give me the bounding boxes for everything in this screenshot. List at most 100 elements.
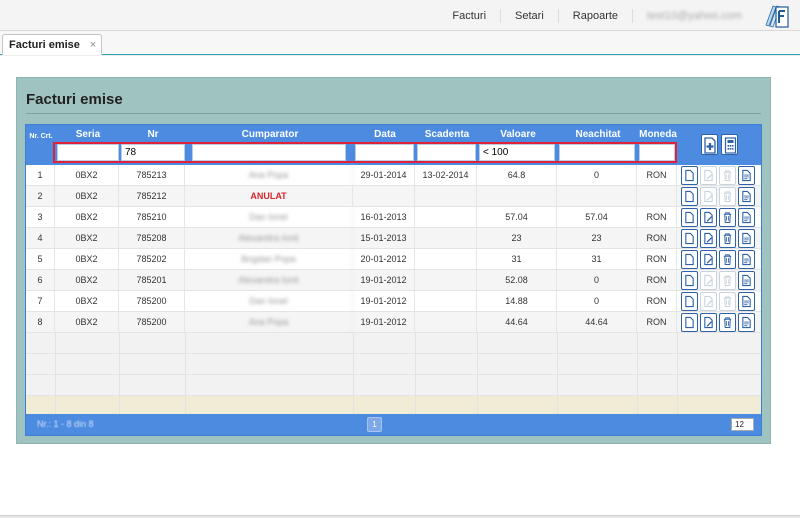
print-button[interactable] — [738, 271, 755, 290]
delete-button[interactable] — [719, 250, 736, 269]
delete-icon — [723, 233, 732, 245]
nav-rapoarte[interactable]: Rapoarte — [559, 8, 634, 23]
header-data[interactable]: Data — [355, 129, 415, 140]
header-seria[interactable]: Seria — [57, 129, 119, 140]
cell-neachitat — [557, 186, 637, 207]
table-row[interactable]: 7 0BX2 785200 Dan Ionel 19-01-2012 14.88 0 RON — [26, 291, 761, 312]
edit-button[interactable] — [700, 166, 717, 185]
cell-crt: 7 — [26, 291, 55, 312]
calculator-button[interactable] — [721, 134, 738, 155]
delete-button[interactable] — [719, 208, 736, 227]
row-actions — [681, 271, 755, 290]
delete-button[interactable] — [719, 229, 736, 248]
edit-button[interactable] — [700, 229, 717, 248]
print-icon — [742, 211, 751, 224]
column-divider — [55, 333, 56, 354]
delete-button[interactable] — [719, 292, 736, 311]
print-button[interactable] — [738, 313, 755, 332]
table-row[interactable]: 8 0BX2 785200 Ana Popa 19-01-2012 44.64 44.64 R… — [26, 312, 761, 333]
document-button[interactable] — [681, 229, 698, 248]
cell-valoare: 31 — [477, 249, 557, 270]
edit-icon — [704, 190, 713, 203]
edit-button[interactable] — [700, 271, 717, 290]
print-button[interactable] — [738, 250, 755, 269]
add-invoice-button[interactable] — [701, 134, 718, 155]
print-button[interactable] — [738, 292, 755, 311]
delete-button[interactable] — [719, 271, 736, 290]
table-row[interactable]: 5 0BX2 785202 Bogdan Popa 20-01-2012 31 31 RON — [26, 249, 761, 270]
edit-button[interactable] — [700, 313, 717, 332]
cell-data: 20-01-2012 — [353, 249, 415, 270]
table-row[interactable]: 6 0BX2 785201 Alexandra Ionit 19-01-2012 52.0… — [26, 270, 761, 291]
document-button[interactable] — [681, 187, 698, 206]
table-row[interactable]: 4 0BX2 785208 Alexandra Ionit 15-01-2013 23 23… — [26, 228, 761, 249]
document-button[interactable] — [681, 166, 698, 185]
table-row[interactable]: 3 0BX2 785210 Dan Ionel 16-01-2013 57.04 57.04… — [26, 207, 761, 228]
cell-valoare: 57.04 — [477, 207, 557, 228]
document-button[interactable] — [681, 208, 698, 227]
document-button[interactable] — [681, 313, 698, 332]
print-button[interactable] — [738, 229, 755, 248]
header-scadenta[interactable]: Scadenta — [417, 129, 477, 140]
print-button[interactable] — [738, 166, 755, 185]
delete-button[interactable] — [719, 166, 736, 185]
cell-data: 19-01-2012 — [353, 291, 415, 312]
cell-neachitat: 23 — [557, 228, 637, 249]
edit-icon — [704, 316, 713, 329]
filter-cumparator-input[interactable] — [192, 144, 346, 161]
tab-facturi-emise[interactable]: Facturi emise × — [2, 34, 102, 55]
column-divider — [637, 375, 638, 396]
header-neachitat[interactable]: Neachitat — [559, 129, 637, 140]
cell-cumparator: Bogdan Popa — [185, 249, 353, 270]
header-moneda[interactable]: Moneda — [639, 129, 677, 140]
header-cumparator[interactable]: Cumparator — [187, 129, 353, 140]
table-row[interactable]: 2 0BX2 785212 ANULAT — [26, 186, 761, 207]
filter-valoare-input[interactable] — [479, 144, 555, 161]
filter-scadenta-input[interactable] — [417, 144, 476, 161]
edit-button[interactable] — [700, 250, 717, 269]
column-divider — [477, 333, 478, 354]
filter-nr-input[interactable] — [121, 144, 185, 161]
print-button[interactable] — [738, 208, 755, 227]
document-button[interactable] — [681, 292, 698, 311]
column-divider — [185, 333, 186, 354]
column-divider — [637, 333, 638, 354]
header-valoare[interactable]: Valoare — [479, 129, 557, 140]
filter-neachitat-input[interactable] — [559, 144, 635, 161]
page-title: Facturi emise — [26, 91, 123, 108]
document-icon — [685, 190, 694, 203]
table-row[interactable]: 1 0BX2 785213 Ana Popa 29-01-2014 13-02-2014 6… — [26, 165, 761, 186]
print-icon — [742, 232, 751, 245]
cell-data: 19-01-2012 — [353, 312, 415, 333]
header-nr[interactable]: Nr — [121, 129, 185, 140]
nav-setari[interactable]: Setari — [501, 8, 559, 23]
filter-moneda-input[interactable] — [639, 144, 675, 161]
document-icon — [685, 169, 694, 182]
document-button[interactable] — [681, 271, 698, 290]
delete-icon — [723, 212, 732, 224]
column-divider — [119, 375, 120, 396]
document-button[interactable] — [681, 250, 698, 269]
edit-icon — [704, 253, 713, 266]
edit-button[interactable] — [700, 292, 717, 311]
cell-data: 19-01-2012 — [353, 270, 415, 291]
edit-button[interactable] — [700, 187, 717, 206]
delete-button[interactable] — [719, 313, 736, 332]
page-button[interactable]: 1 — [367, 417, 382, 432]
document-icon — [685, 232, 694, 245]
document-icon — [685, 211, 694, 224]
column-divider — [677, 375, 678, 396]
filter-seria-input[interactable] — [57, 144, 119, 161]
nav-facturi[interactable]: Facturi — [438, 8, 502, 23]
user-email[interactable]: test10@yahoo.com — [633, 9, 756, 23]
filter-data-input[interactable] — [355, 144, 414, 161]
edit-button[interactable] — [700, 208, 717, 227]
invoices-grid: Nr. Crt. Seria Nr Cumparator Data Scaden… — [25, 124, 762, 436]
page-size-select[interactable]: 12 — [731, 418, 754, 431]
delete-button[interactable] — [719, 187, 736, 206]
cell-cumparator: ANULAT — [185, 186, 353, 207]
invoice-logo-icon[interactable] — [764, 3, 790, 29]
print-button[interactable] — [738, 187, 755, 206]
close-icon[interactable]: × — [90, 39, 96, 51]
grid-footer: Nr.: 1 - 8 din 8 1 12 — [26, 414, 761, 435]
